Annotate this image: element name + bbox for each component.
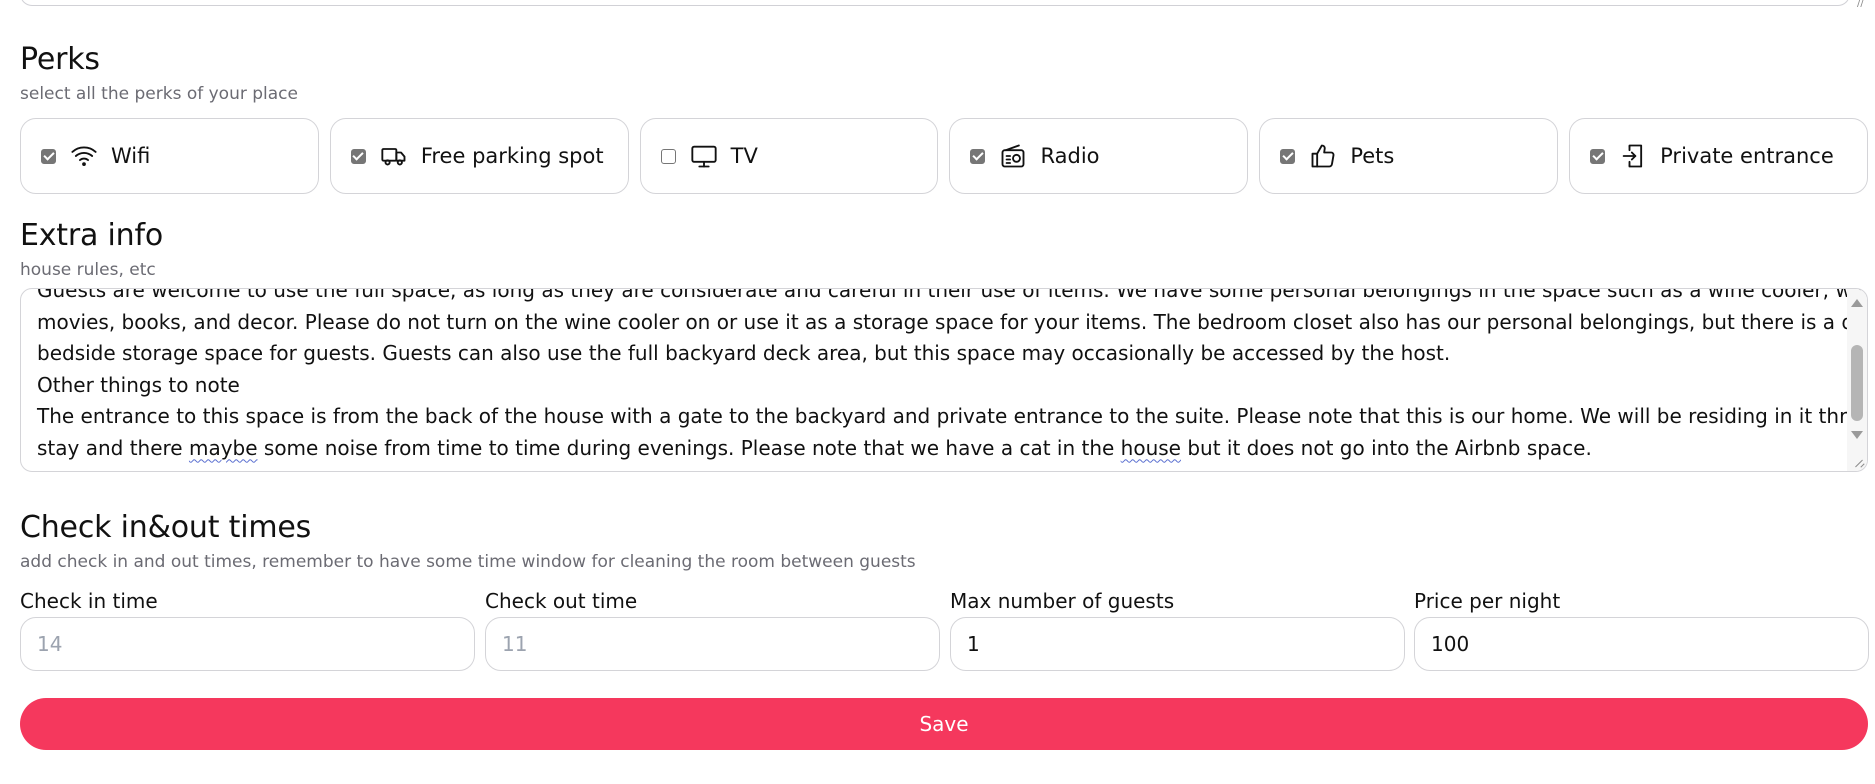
misspelled-word: house [1120,435,1181,460]
scroll-up-arrow-icon[interactable] [1851,299,1863,307]
perks-title: Perks [20,42,100,77]
extra-info-text[interactable]: Guests are welcome to use the full space… [37,288,1868,465]
perks-subtitle: select all the perks of your place [20,84,298,104]
perk-radio-checkbox[interactable] [970,148,986,164]
perk-parking[interactable]: Free parking spot [329,118,629,194]
textarea-scrollbar[interactable] [1847,289,1867,471]
extra-info-line: bedside storage space for guests. Guests… [37,341,1451,365]
extra-info-line: stay and there maybe some noise from tim… [37,433,1837,465]
perk-tv[interactable]: TV [639,118,939,194]
check-in-label: Check in time [20,589,158,613]
perk-private-entrance[interactable]: Private entrance [1569,118,1868,194]
textarea-resize-handle-icon[interactable] [1852,456,1864,468]
text-fragment: some noise from time to time during even… [257,435,1121,460]
tv-icon [689,141,719,171]
save-button[interactable]: Save [20,698,1868,750]
extra-info-line: The entrance to this space is from the b… [37,404,1868,428]
resize-handle-icon[interactable]: // [1857,0,1869,9]
max-guests-input[interactable] [950,617,1405,671]
price-per-night-input[interactable] [1414,617,1869,671]
perk-pets-label: Pets [1350,144,1395,168]
price-per-night-label: Price per night [1414,589,1561,613]
extra-info-subtitle: house rules, etc [20,260,156,280]
perk-tv-label: TV [730,144,758,168]
extra-info-line: movies, books, and decor. Please do not … [37,309,1868,334]
scroll-down-arrow-icon[interactable] [1851,431,1863,439]
perk-wifi[interactable]: Wifi [20,118,319,194]
perk-pets[interactable]: Pets [1259,118,1559,194]
extra-info-line: Other things to note [37,372,240,397]
scroll-thumb[interactable] [1851,345,1863,421]
perk-private-entrance-label: Private entrance [1660,144,1834,168]
perks-list: Wifi Free parking spot TV Radio Pets Pri [20,118,1868,194]
extra-info-textarea[interactable]: Guests are welcome to use the full space… [20,288,1868,472]
perk-radio[interactable]: Radio [949,118,1249,194]
truck-icon [379,141,409,171]
radio-icon [998,141,1028,171]
perk-tv-checkbox[interactable] [660,148,676,164]
check-in-input[interactable] [20,617,475,671]
perk-private-entrance-checkbox[interactable] [1590,148,1606,164]
text-fragment: stay and there [37,435,189,460]
check-out-input[interactable] [485,617,940,671]
perk-parking-label: Free parking spot [420,144,604,168]
perk-radio-label: Radio [1040,144,1100,168]
perk-wifi-label: Wifi [111,144,151,168]
checkin-title: Check in&out times [20,510,312,545]
perk-parking-checkbox[interactable] [350,148,366,164]
check-out-label: Check out time [485,589,638,613]
thumbs-up-icon [1308,141,1338,171]
perk-pets-checkbox[interactable] [1280,148,1296,164]
enter-door-icon [1618,141,1648,171]
extra-info-line: Guests are welcome to use the full space… [37,288,1868,302]
extra-info-title: Extra info [20,218,163,253]
checkin-subtitle: add check in and out times, remember to … [20,552,916,572]
misspelled-word: maybe [188,435,258,460]
wifi-icon [69,141,99,171]
previous-textarea-edge[interactable] [20,0,1850,6]
perk-wifi-checkbox[interactable] [41,148,56,164]
text-fragment: but it does not go into the Airbnb space… [1180,435,1592,460]
max-guests-label: Max number of guests [950,589,1175,613]
